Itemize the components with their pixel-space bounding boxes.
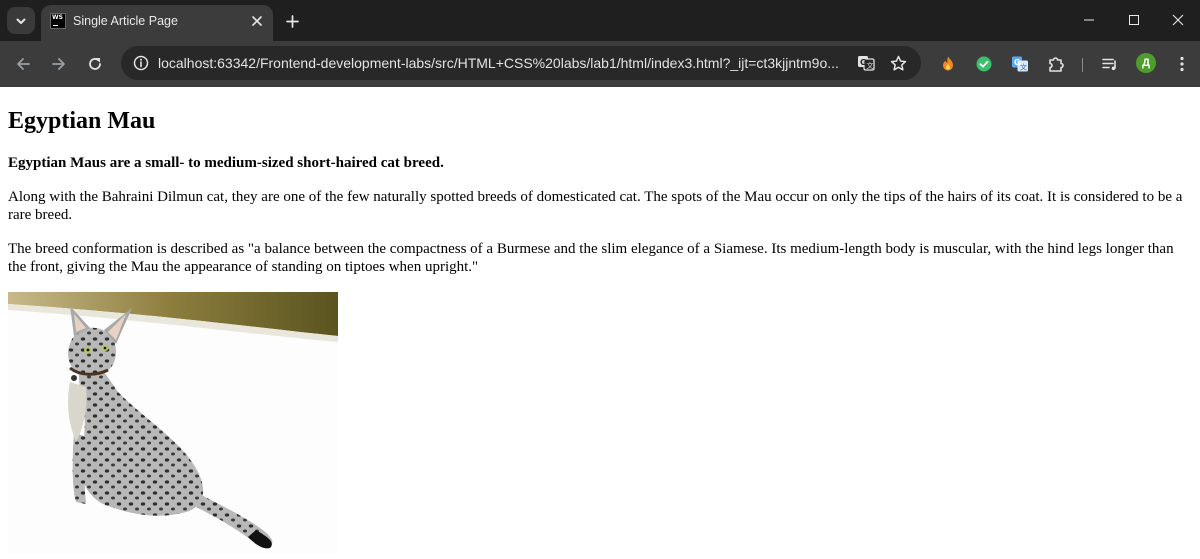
bookmark-button[interactable]: [886, 51, 910, 75]
check-extension-icon: [976, 56, 992, 72]
chevron-down-icon: [16, 18, 26, 24]
avatar-initial: Д: [1142, 57, 1150, 69]
close-tab-button[interactable]: [249, 13, 265, 29]
article-title: Egyptian Mau: [8, 108, 156, 134]
fire-extension-icon: [943, 56, 953, 71]
media-controls-button[interactable]: [1098, 52, 1122, 76]
arrow-left-icon: [17, 58, 30, 70]
tab-strip: WS Single Article Page: [0, 0, 1200, 41]
translate-extension-button[interactable]: G 文: [1008, 52, 1032, 76]
tab-search-button[interactable]: [7, 7, 35, 34]
fire-extension-button[interactable]: [936, 52, 960, 76]
svg-text:文: 文: [867, 61, 874, 70]
playlist-icon: [1102, 58, 1116, 71]
info-icon: [133, 55, 149, 71]
translate-extension-icon: G 文: [1012, 56, 1028, 72]
tab-title: Single Article Page: [73, 14, 178, 28]
arrow-right-icon: [52, 58, 65, 70]
favicon-text: WS: [52, 14, 63, 21]
reload-button[interactable]: [81, 50, 109, 78]
svg-text:文: 文: [1020, 63, 1027, 72]
close-window-icon: [1172, 14, 1184, 26]
minimize-icon: [1084, 19, 1094, 21]
plus-icon: [285, 14, 299, 28]
extensions-button[interactable]: [1044, 52, 1068, 76]
page-viewport: Egyptian Mau Egyptian Maus are a small- …: [0, 87, 1200, 559]
reload-icon: [89, 58, 101, 70]
new-tab-button[interactable]: [280, 9, 304, 33]
article: Egyptian Mau Egyptian Maus are a small- …: [0, 108, 1200, 554]
puzzle-icon: [1049, 57, 1064, 72]
translate-icon: G 文: [858, 56, 875, 71]
back-button[interactable]: [9, 50, 37, 78]
translate-button[interactable]: G 文: [854, 51, 878, 75]
browser-toolbar: localhost:63342/Frontend-development-lab…: [0, 41, 1200, 87]
address-bar[interactable]: localhost:63342/Frontend-development-lab…: [121, 46, 921, 80]
browser-menu-button[interactable]: [1170, 52, 1194, 76]
article-lead: Egyptian Maus are a small- to medium-siz…: [8, 155, 444, 171]
article-paragraph-2: The breed conformation is described as "…: [8, 241, 1174, 275]
profile-avatar[interactable]: Д: [1136, 53, 1156, 73]
minimize-button[interactable]: [1067, 5, 1111, 35]
browser-window: WS Single Article Page localhost:63342/F…: [0, 0, 1200, 559]
forward-button[interactable]: [45, 50, 73, 78]
active-tab[interactable]: WS Single Article Page: [41, 5, 273, 41]
cat-photo: [8, 292, 338, 554]
maximize-icon: [1129, 15, 1139, 25]
star-icon: [890, 55, 906, 71]
webstorm-favicon-icon: WS: [50, 13, 66, 29]
close-window-button[interactable]: [1156, 5, 1200, 35]
close-icon: [252, 16, 262, 26]
maximize-button[interactable]: [1112, 5, 1156, 35]
check-extension-button[interactable]: [972, 52, 996, 76]
url-text[interactable]: localhost:63342/Frontend-development-lab…: [158, 55, 848, 71]
toolbar-separator: [1082, 58, 1083, 72]
site-info-button[interactable]: [129, 51, 153, 75]
kebab-menu-icon: [1180, 56, 1184, 72]
article-paragraph-1: Along with the Bahraini Dilmun cat, they…: [8, 189, 1183, 223]
